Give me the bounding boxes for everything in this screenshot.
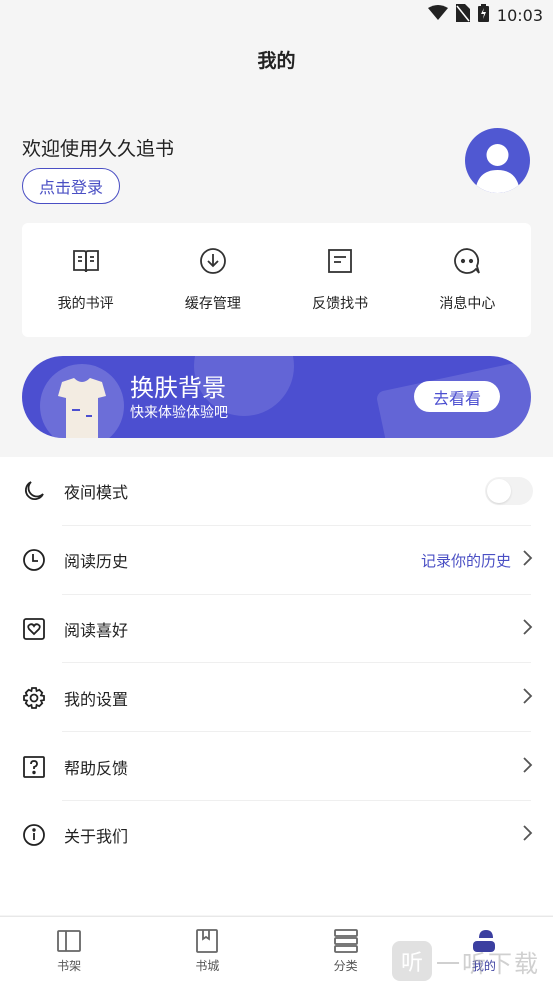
night-mode-toggle[interactable] [485, 477, 533, 506]
chevron-right-icon [521, 618, 533, 640]
menu-item-label: 帮助反馈 [64, 758, 129, 778]
download-icon [197, 245, 229, 277]
status-bar: 10:03 [0, 0, 553, 32]
gear-icon [22, 686, 46, 710]
shirt-illustration [40, 364, 124, 438]
status-time: 10:03 [496, 5, 543, 25]
menu-item-label: 阅读喜好 [64, 620, 129, 640]
menu-item-about-us[interactable]: 关于我们 [0, 801, 553, 870]
menu-item-right: 记录你的历史 [421, 549, 533, 571]
bookshelf-icon [55, 927, 83, 955]
menu-item-right [521, 618, 533, 640]
chevron-right-icon [521, 687, 533, 709]
menu-item-label: 夜间模式 [64, 483, 129, 503]
watermark-logo: 听 [392, 941, 432, 981]
chevron-right-icon [521, 549, 533, 571]
quick-item-label: 反馈找书 [312, 296, 369, 312]
chevron-right-icon [521, 824, 533, 846]
menu-item-right [521, 756, 533, 778]
feedback-doc-icon [324, 245, 356, 277]
status-icons: 10:03 [427, 4, 543, 26]
tab-bookshelf[interactable]: 书架 [0, 917, 138, 983]
menu-item-right [485, 477, 533, 506]
toggle-knob [487, 479, 511, 504]
quick-item-label: 消息中心 [439, 296, 496, 312]
menu-item-right [521, 687, 533, 709]
menu-item-label: 阅读历史 [64, 552, 129, 572]
menu-item-right [521, 824, 533, 846]
chevron-right-icon [521, 756, 533, 778]
tab-bookstore[interactable]: 书城 [138, 917, 276, 983]
moon-icon [22, 479, 46, 503]
bookstore-icon [193, 927, 221, 955]
menu-item-help-feedback[interactable]: 帮助反馈 [0, 732, 553, 801]
avatar[interactable] [465, 128, 530, 193]
quick-actions-card: 我的书评 缓存管理 反馈找书 消息中心 [22, 223, 531, 337]
login-button[interactable]: 点击登录 [22, 168, 120, 204]
skin-banner[interactable]: 换肤背景 快来体验体验吧 去看看 [22, 356, 531, 438]
welcome-text: 欢迎使用久久追书 [22, 138, 175, 160]
quick-item-label: 缓存管理 [184, 296, 241, 312]
no-sim-icon [455, 4, 470, 26]
menu-item-reading-history[interactable]: 阅读历史 记录你的历史 [0, 526, 553, 595]
message-bubble-icon [451, 245, 483, 277]
tab-label: 分类 [333, 959, 358, 973]
tab-label: 书城 [195, 959, 220, 973]
category-icon [332, 927, 360, 955]
quick-item-book-review[interactable]: 我的书评 [22, 223, 149, 337]
history-hint: 记录你的历史 [420, 551, 511, 570]
watermark: 听 一听下载 [392, 940, 540, 982]
heart-frame-icon [22, 617, 46, 641]
user-silhouette-icon [475, 144, 520, 193]
battery-charging-icon [477, 4, 489, 26]
quick-item-label: 我的书评 [57, 296, 114, 312]
question-icon [22, 755, 46, 779]
wifi-icon [427, 5, 448, 25]
banner-subtitle: 快来体验体验吧 [130, 405, 228, 421]
menu-item-night-mode[interactable]: 夜间模式 [0, 457, 553, 526]
menu-item-reading-preference[interactable]: 阅读喜好 [0, 595, 553, 664]
book-review-icon [70, 245, 102, 277]
banner-title: 换肤背景 [130, 374, 226, 402]
watermark-text: 一听下载 [436, 949, 540, 978]
settings-menu: 夜间模式 阅读历史 记录你的历史 阅读喜好 我的设置 帮助反馈 关于我们 [0, 457, 553, 915]
menu-item-label: 关于我们 [64, 827, 129, 847]
tab-label: 书架 [57, 959, 82, 973]
clock-icon [22, 548, 46, 572]
menu-item-my-settings[interactable]: 我的设置 [0, 663, 553, 733]
page-title: 我的 [257, 50, 296, 72]
quick-item-cache[interactable]: 缓存管理 [149, 223, 276, 337]
info-icon [22, 823, 46, 847]
banner-go-button[interactable]: 去看看 [414, 381, 500, 412]
quick-item-messages[interactable]: 消息中心 [404, 223, 531, 337]
quick-item-feedback-book[interactable]: 反馈找书 [277, 223, 404, 337]
menu-item-label: 我的设置 [64, 689, 129, 709]
